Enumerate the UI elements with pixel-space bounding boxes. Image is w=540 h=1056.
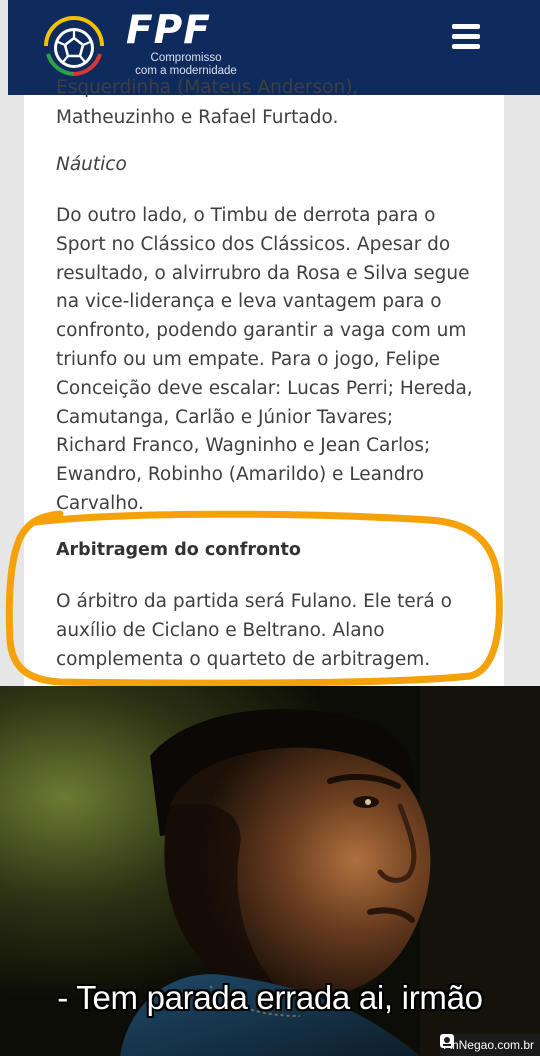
nautico-paragraph: Do outro lado, o Timbu de derrota para o… <box>56 202 473 519</box>
paragraph-line: auxílio de Ciclano e Beltrano. Alano <box>56 619 385 641</box>
brand-block[interactable]: FPF Compromisso com a modernidade <box>126 10 246 78</box>
meme-image: - Tem parada errada ai, irmão AhNegao.co… <box>0 686 540 1056</box>
paragraph-line: Camutanga, Carlão e Júnior Tavares; <box>56 406 394 428</box>
brand-tagline-line1: Compromisso <box>150 52 222 64</box>
sport-lineup-end: Matheuzinho e Rafael Furtado. <box>56 107 339 128</box>
watermark-text: AhNegao.com.br <box>443 1038 534 1052</box>
cut-off-line: Esquerdinha (Mateus Anderson), <box>56 77 359 98</box>
paragraph-line: confronto, podendo garantir a vaga com u… <box>56 320 467 342</box>
paragraph-line: Conceição deve escalar: Lucas Perri; Her… <box>56 377 473 399</box>
paragraph-line: Sport no Clássico dos Clássicos. Apesar … <box>56 233 451 255</box>
paragraph-line: O árbitro da partida será Fulano. Ele te… <box>56 591 452 612</box>
nautico-heading: Náutico <box>56 154 127 175</box>
paragraph-line: Richard Franco, Wagninho e Jean Carlos; <box>56 435 431 457</box>
paragraph-line: triunfo ou um empate. Para o jogo, Felip… <box>56 348 440 370</box>
paragraph-line: Ewandro, Robinho (Amarildo) e Leandro <box>56 464 425 486</box>
paragraph-line: resultado, o alvirrubro da Rosa e Silva … <box>56 262 470 284</box>
arbitragem-heading: Arbitragem do confronto <box>56 540 301 560</box>
hamburger-menu-icon[interactable] <box>452 24 482 50</box>
watermark-badge[interactable]: AhNegao.com.br <box>439 1034 540 1056</box>
paragraph-line: Carvalho. <box>56 492 144 514</box>
fpf-logo-icon[interactable] <box>40 12 108 80</box>
paragraph-line: complementa o quarteto de arbitragem. <box>56 648 431 670</box>
brand-name: FPF <box>126 8 211 53</box>
meme-caption: - Tem parada errada ai, irmão <box>57 979 483 1016</box>
arbitragem-paragraph: O árbitro da partida será Fulano. Ele te… <box>56 588 452 674</box>
paragraph-line: na vice-liderança e leva vantagem para o <box>56 291 442 313</box>
paragraph-line: Do outro lado, o Timbu de derrota para o <box>56 205 436 226</box>
article-body: Esquerdinha (Mateus Anderson), Matheuzin… <box>24 77 504 686</box>
article-screenshot: FPF Compromisso com a modernidade Esquer… <box>0 0 540 686</box>
ahnegao-logo-icon <box>439 1034 454 1048</box>
